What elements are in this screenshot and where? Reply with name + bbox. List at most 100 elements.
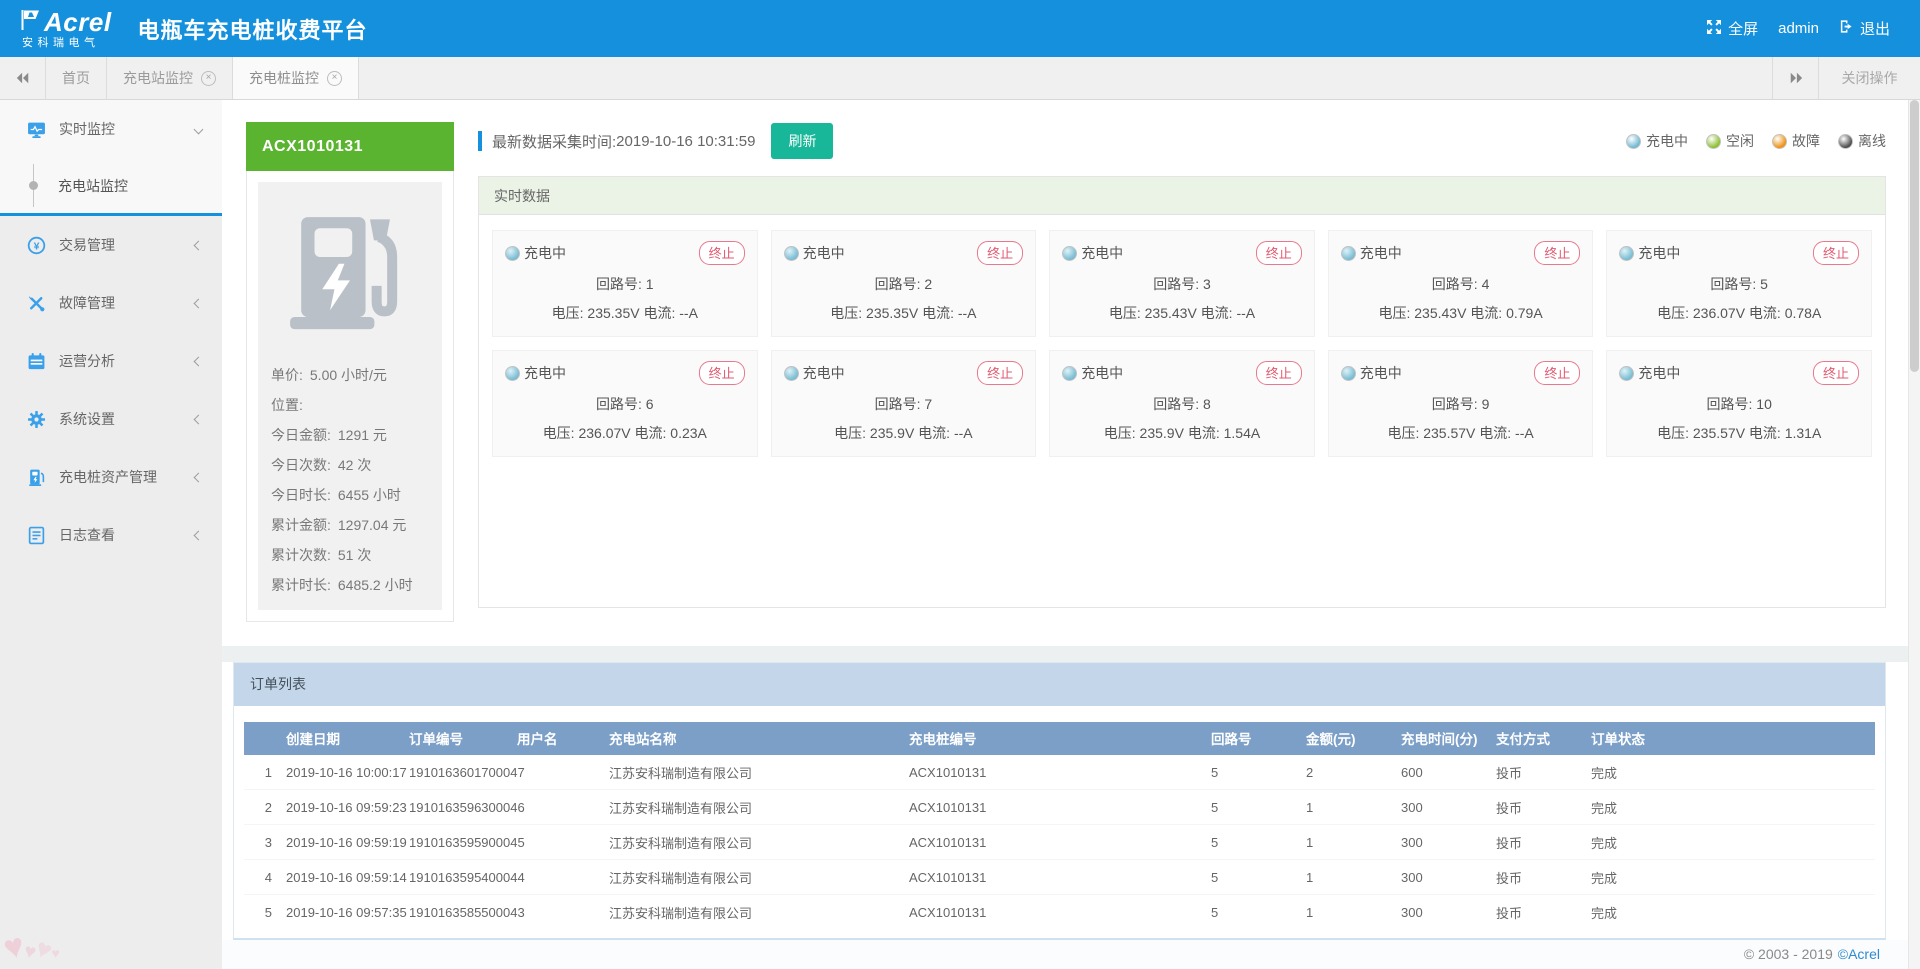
- stat-label: 今日金额:: [271, 427, 331, 443]
- card-voltage-current: 电压: 235.57V 电流: 1.31A: [1619, 423, 1859, 443]
- tab-bar: 首页充电站监控×充电桩监控× 关闭操作: [0, 57, 1920, 100]
- settings-icon: [26, 409, 46, 429]
- row-cell: 投币: [1496, 860, 1591, 895]
- row-cell: 1: [1306, 790, 1401, 825]
- row-cell: [517, 860, 609, 895]
- card-circuit-number: 回路号: 9: [1341, 394, 1581, 414]
- row-index: 1: [244, 755, 286, 790]
- stat-value: 6455 小时: [338, 487, 401, 503]
- username[interactable]: admin: [1778, 20, 1819, 37]
- terminate-button[interactable]: 终止: [1256, 241, 1302, 265]
- stat-label: 累计金额:: [271, 517, 331, 533]
- terminate-button[interactable]: 终止: [977, 241, 1023, 265]
- pile-stat-row: 累计时长:6485.2 小时: [271, 570, 429, 600]
- sidebar-item-fault[interactable]: 故障管理: [0, 274, 222, 332]
- col-header: 回路号: [1211, 722, 1306, 755]
- row-cell: 江苏安科瑞制造有限公司: [609, 860, 909, 895]
- table-row[interactable]: 32019-10-16 09:59:191910163595900045江苏安科…: [244, 825, 1875, 860]
- sidebar-item-analysis[interactable]: 运营分析: [0, 332, 222, 390]
- charging-status-orb-icon: [1341, 246, 1356, 261]
- asset-icon: [26, 467, 46, 487]
- sidebar-item-settings[interactable]: 系统设置: [0, 390, 222, 448]
- terminate-button[interactable]: 终止: [1534, 241, 1580, 265]
- col-header: 充电桩编号: [909, 722, 1211, 755]
- monitor-icon: [26, 119, 46, 139]
- circuit-card: 充电中终止回路号: 8电压: 235.9V 电流: 1.54A: [1049, 350, 1315, 457]
- fullscreen-button[interactable]: 全屏: [1706, 18, 1758, 39]
- row-cell: ACX1010131: [909, 860, 1211, 895]
- card-circuit-number: 回路号: 10: [1619, 394, 1859, 414]
- table-row[interactable]: 42019-10-16 09:59:141910163595400044江苏安科…: [244, 860, 1875, 895]
- terminate-button[interactable]: 终止: [1534, 361, 1580, 385]
- row-cell: ACX1010131: [909, 825, 1211, 860]
- legend-label: 充电中: [1646, 131, 1688, 151]
- pile-stat-row: 累计金额:1297.04 元: [271, 510, 429, 540]
- sidebar-item-label: 日志查看: [59, 525, 195, 545]
- terminate-button[interactable]: 终止: [1256, 361, 1302, 385]
- row-cell: 投币: [1496, 895, 1591, 930]
- card-circuit-number: 回路号: 7: [784, 394, 1024, 414]
- terminate-button[interactable]: 终止: [699, 241, 745, 265]
- table-row[interactable]: 52019-10-16 09:57:351910163585500043江苏安科…: [244, 895, 1875, 930]
- pile-stats: 单价:5.00 小时/元位置:今日金额:1291 元今日次数:42 次今日时长:…: [258, 360, 442, 600]
- orders-table-body: 12019-10-16 10:00:171910163601700047江苏安科…: [244, 755, 1875, 930]
- brand-link[interactable]: ©Acrel: [1838, 946, 1880, 962]
- tab-close-icon[interactable]: ×: [201, 71, 216, 86]
- table-row[interactable]: 22019-10-16 09:59:231910163596300046江苏安科…: [244, 790, 1875, 825]
- stat-value: 6485.2 小时: [338, 577, 413, 593]
- tab-close-icon[interactable]: ×: [327, 71, 342, 86]
- row-cell: 300: [1401, 860, 1496, 895]
- tab-label: 充电站监控: [123, 68, 193, 88]
- chevron-left-icon: [194, 356, 204, 366]
- sidebar-item-log[interactable]: 日志查看: [0, 506, 222, 564]
- tabs-scroll-right-button[interactable]: [1772, 57, 1818, 99]
- tabs-scroll-left-button[interactable]: [0, 57, 46, 99]
- terminate-button[interactable]: 终止: [977, 361, 1023, 385]
- row-cell: 5: [1211, 825, 1306, 860]
- sidebar-item-asset[interactable]: 充电桩资产管理: [0, 448, 222, 506]
- accent-bar: [478, 131, 482, 151]
- circuit-card: 充电中终止回路号: 7电压: 235.9V 电流: --A: [771, 350, 1037, 457]
- row-cell: 完成: [1591, 790, 1875, 825]
- card-status-label: 充电中: [1360, 243, 1402, 263]
- pile-stat-row: 位置:: [271, 390, 429, 420]
- card-status-label: 充电中: [803, 243, 845, 263]
- sidebar-group-log: 日志查看: [0, 506, 222, 564]
- sidebar-item-realtime[interactable]: 实时监控: [0, 100, 222, 158]
- row-cell: 5: [1211, 860, 1306, 895]
- tab-home[interactable]: 首页: [46, 57, 107, 99]
- table-row[interactable]: 12019-10-16 10:00:171910163601700047江苏安科…: [244, 755, 1875, 790]
- row-cell: ACX1010131: [909, 755, 1211, 790]
- sidebar-item-label: 系统设置: [59, 409, 195, 429]
- vertical-scrollbar[interactable]: [1908, 100, 1920, 969]
- sidebar-menu: 实时监控充电站监控¥交易管理故障管理运营分析系统设置充电桩资产管理日志查看: [0, 100, 222, 564]
- charging-status-orb-icon: [505, 246, 520, 261]
- fullscreen-label: 全屏: [1728, 18, 1758, 39]
- sidebar-subitem-station-monitor[interactable]: 充电站监控: [0, 158, 222, 213]
- status-orb-icon: [1706, 134, 1721, 149]
- tab-station-monitor[interactable]: 充电站监控 ×: [107, 57, 233, 99]
- legend-label: 空闲: [1726, 131, 1754, 151]
- scrollbar-thumb[interactable]: [1910, 100, 1919, 372]
- chevron-left-icon: [194, 530, 204, 540]
- card-status-row: 充电中终止: [1619, 241, 1859, 265]
- charging-status-orb-icon: [505, 366, 520, 381]
- close-operations-button[interactable]: 关闭操作: [1818, 57, 1920, 99]
- tab-pile-monitor[interactable]: 充电桩监控×: [233, 57, 359, 99]
- sidebar-item-trade[interactable]: ¥交易管理: [0, 216, 222, 274]
- terminate-button[interactable]: 终止: [1813, 241, 1859, 265]
- logout-button[interactable]: 退出: [1839, 18, 1890, 39]
- card-circuit-number: 回路号: 4: [1341, 274, 1581, 294]
- card-voltage-current: 电压: 235.57V 电流: --A: [1341, 423, 1581, 443]
- terminate-button[interactable]: 终止: [1813, 361, 1859, 385]
- stat-label: 今日时长:: [271, 487, 331, 503]
- terminate-button[interactable]: 终止: [699, 361, 745, 385]
- col-header: 用户名: [517, 722, 609, 755]
- charging-status-orb-icon: [1062, 246, 1077, 261]
- col-header: 支付方式: [1496, 722, 1591, 755]
- footer: © 2003 - 2019 ©Acrel: [222, 940, 1920, 969]
- refresh-button[interactable]: 刷新: [771, 123, 833, 159]
- row-cell: 完成: [1591, 895, 1875, 930]
- card-voltage-current: 电压: 235.43V 电流: --A: [1062, 303, 1302, 323]
- section-gap: [222, 646, 1920, 662]
